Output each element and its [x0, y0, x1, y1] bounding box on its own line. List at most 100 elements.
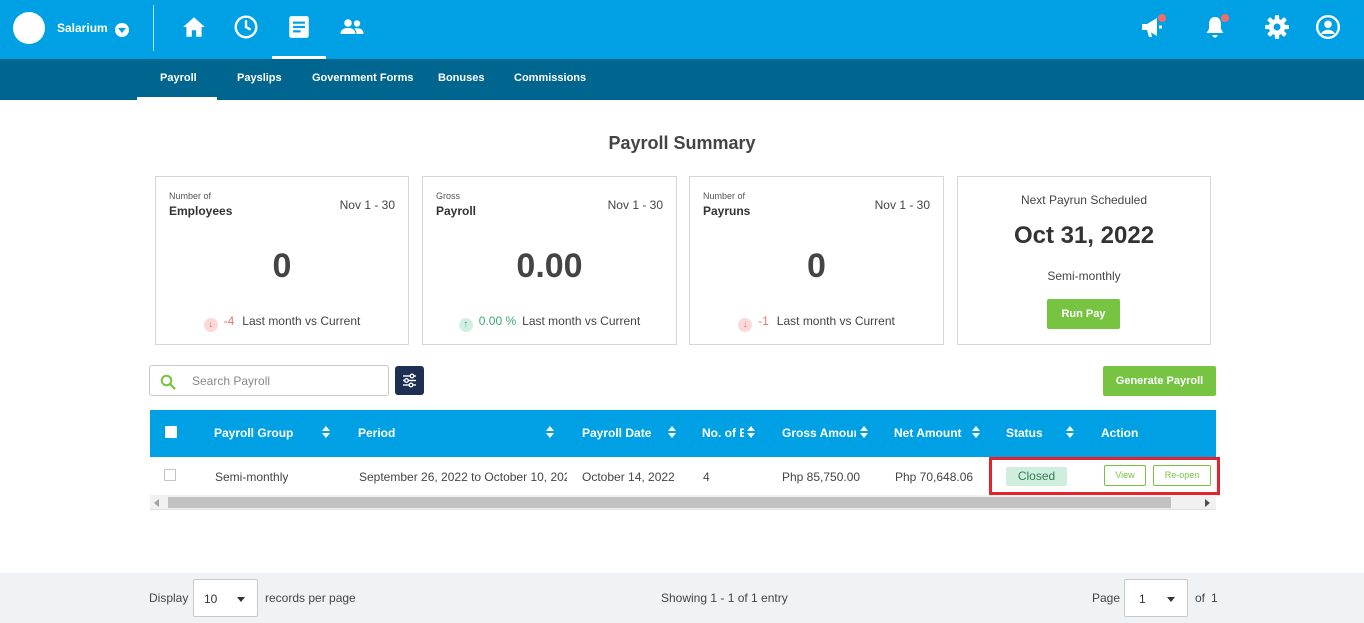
per-page-select[interactable]: 10 — [193, 579, 258, 617]
sort-icon[interactable] — [747, 426, 756, 440]
notification-badge — [1221, 14, 1229, 22]
cell-payroll-group: Semi-monthly — [215, 470, 289, 484]
card-period: Nov 1 - 30 — [607, 198, 663, 212]
next-payrun-frequency: Semi-monthly — [1047, 269, 1121, 283]
page-title: Payroll Summary — [608, 133, 756, 153]
horizontal-scrollbar[interactable] — [150, 495, 1216, 510]
per-page-value: 10 — [204, 592, 218, 606]
tab-payroll[interactable]: Payroll — [160, 72, 197, 84]
search-icon — [160, 374, 176, 390]
scroll-left-arrow[interactable] — [154, 499, 159, 507]
sort-icon[interactable] — [972, 426, 981, 440]
next-payrun-title: Next Payrun Scheduled — [1020, 193, 1148, 207]
scroll-thumb[interactable] — [168, 497, 1171, 508]
card-change-text: Last month vs Current — [776, 314, 895, 328]
card-change-text: Last month vs Current — [242, 314, 361, 328]
row-checkbox[interactable] — [164, 469, 176, 481]
column-net-amount[interactable]: Net Amount — [894, 426, 962, 440]
sort-icon[interactable] — [322, 426, 331, 440]
total-pages: 1 — [1211, 591, 1218, 605]
table-header: Payroll Group Period Payroll Date No. of… — [150, 410, 1216, 457]
records-label: records per page — [265, 591, 356, 605]
card-label: Payroll — [436, 204, 477, 218]
gross-payroll-card: Gross Payroll Nov 1 - 30 0.00 ↑ 0.00 % Las… — [422, 176, 677, 345]
next-payrun-card: Next Payrun Scheduled Oct 31, 2022 Semi-… — [957, 176, 1211, 345]
cell-gross-amount: Php 85,750.00 — [782, 470, 861, 484]
card-change-text: Last month vs Current — [522, 314, 641, 328]
sliders-icon — [403, 373, 416, 388]
sort-icon[interactable] — [546, 426, 555, 440]
generate-payroll-button[interactable]: Generate Payroll — [1103, 366, 1216, 396]
tab-government-forms[interactable]: Government Forms — [312, 72, 413, 84]
card-change: 0.00 % — [478, 314, 517, 328]
card-value: 0 — [807, 247, 826, 285]
chevron-down-icon — [237, 597, 245, 602]
column-status[interactable]: Status — [1006, 426, 1043, 440]
tab-commissions[interactable]: Commissions — [514, 72, 586, 84]
company-avatar[interactable] — [13, 12, 45, 44]
divider — [153, 5, 154, 51]
showing-text: Showing 1 - 1 of 1 entry — [661, 591, 788, 605]
arrow-up-icon: ↑ — [458, 318, 473, 332]
card-small-label: Number of — [703, 191, 746, 201]
search-box — [149, 365, 389, 396]
column-gross-amount[interactable]: Gross Amoun — [782, 426, 856, 440]
chevron-down-icon — [1167, 597, 1175, 602]
card-label: Employees — [169, 204, 233, 218]
search-input[interactable] — [192, 371, 382, 391]
card-footer: ↓ -1 Last month vs Current — [690, 314, 943, 332]
brand-name[interactable]: Salarium — [57, 21, 108, 35]
card-small-label: Number of — [169, 191, 212, 201]
scroll-right-arrow[interactable] — [1205, 499, 1210, 507]
page-value: 1 — [1139, 592, 1146, 606]
employees-card: Number of Employees Nov 1 - 30 0 ↓ -4 Last… — [155, 176, 409, 345]
display-label: Display — [149, 591, 189, 605]
column-payroll-group[interactable]: Payroll Group — [214, 426, 293, 440]
arrow-down-icon: ↓ — [203, 318, 218, 332]
card-value: 0.00 — [516, 247, 583, 285]
user-icon[interactable] — [1315, 14, 1341, 40]
sub-navigation: Payroll Payslips Government Forms Bonuse… — [0, 59, 1364, 100]
announcement-badge — [1158, 14, 1166, 22]
column-period[interactable]: Period — [358, 426, 395, 440]
tab-active-indicator — [137, 97, 217, 100]
page-label: Page — [1092, 591, 1121, 605]
payruns-card: Number of Payruns Nov 1 - 30 0 ↓ -1 Last m… — [689, 176, 944, 345]
top-bar: Salarium — [0, 0, 1364, 59]
cell-payroll-date: October 14, 2022 — [582, 470, 675, 484]
clock-icon[interactable] — [233, 14, 259, 40]
column-payroll-date[interactable]: Payroll Date — [582, 426, 651, 440]
pagination-footer: Display 10 records per page Showing 1 - … — [0, 573, 1364, 623]
card-value: 0 — [272, 247, 292, 285]
column-action: Action — [1101, 426, 1139, 440]
highlight-box — [989, 457, 1220, 495]
people-icon[interactable] — [339, 14, 365, 40]
card-change: -1 — [758, 314, 769, 328]
select-all-checkbox[interactable] — [165, 426, 177, 438]
tab-payslips[interactable]: Payslips — [237, 72, 282, 84]
gear-icon[interactable] — [1264, 14, 1290, 40]
card-footer: ↓ -4 Last month vs Current — [156, 314, 408, 332]
home-icon[interactable] — [181, 14, 207, 40]
cell-period: September 26, 2022 to October 10, 2022 — [359, 470, 567, 484]
card-period: Nov 1 - 30 — [339, 198, 395, 212]
card-footer: ↑ 0.00 % Last month vs Current — [423, 314, 676, 332]
run-pay-button[interactable]: Run Pay — [1047, 299, 1120, 329]
next-payrun-date: Oct 31, 2022 — [1013, 222, 1155, 249]
sort-icon[interactable] — [860, 426, 869, 440]
cell-employees: 4 — [703, 470, 710, 484]
page-select[interactable]: 1 — [1124, 579, 1188, 617]
filter-button[interactable] — [395, 366, 424, 395]
column-employees[interactable]: No. of E — [702, 426, 744, 440]
card-change: -4 — [223, 314, 235, 328]
card-label: Payruns — [703, 204, 751, 218]
document-icon[interactable] — [286, 14, 312, 40]
card-small-label: Gross — [436, 191, 461, 201]
chevron-down-icon[interactable] — [115, 23, 129, 37]
tab-bonuses[interactable]: Bonuses — [438, 72, 484, 84]
cell-net-amount: Php 70,648.06 — [895, 470, 974, 484]
arrow-down-icon: ↓ — [738, 318, 753, 332]
sort-icon[interactable] — [668, 426, 677, 440]
sort-icon[interactable] — [1066, 426, 1075, 440]
card-period: Nov 1 - 30 — [874, 198, 930, 212]
